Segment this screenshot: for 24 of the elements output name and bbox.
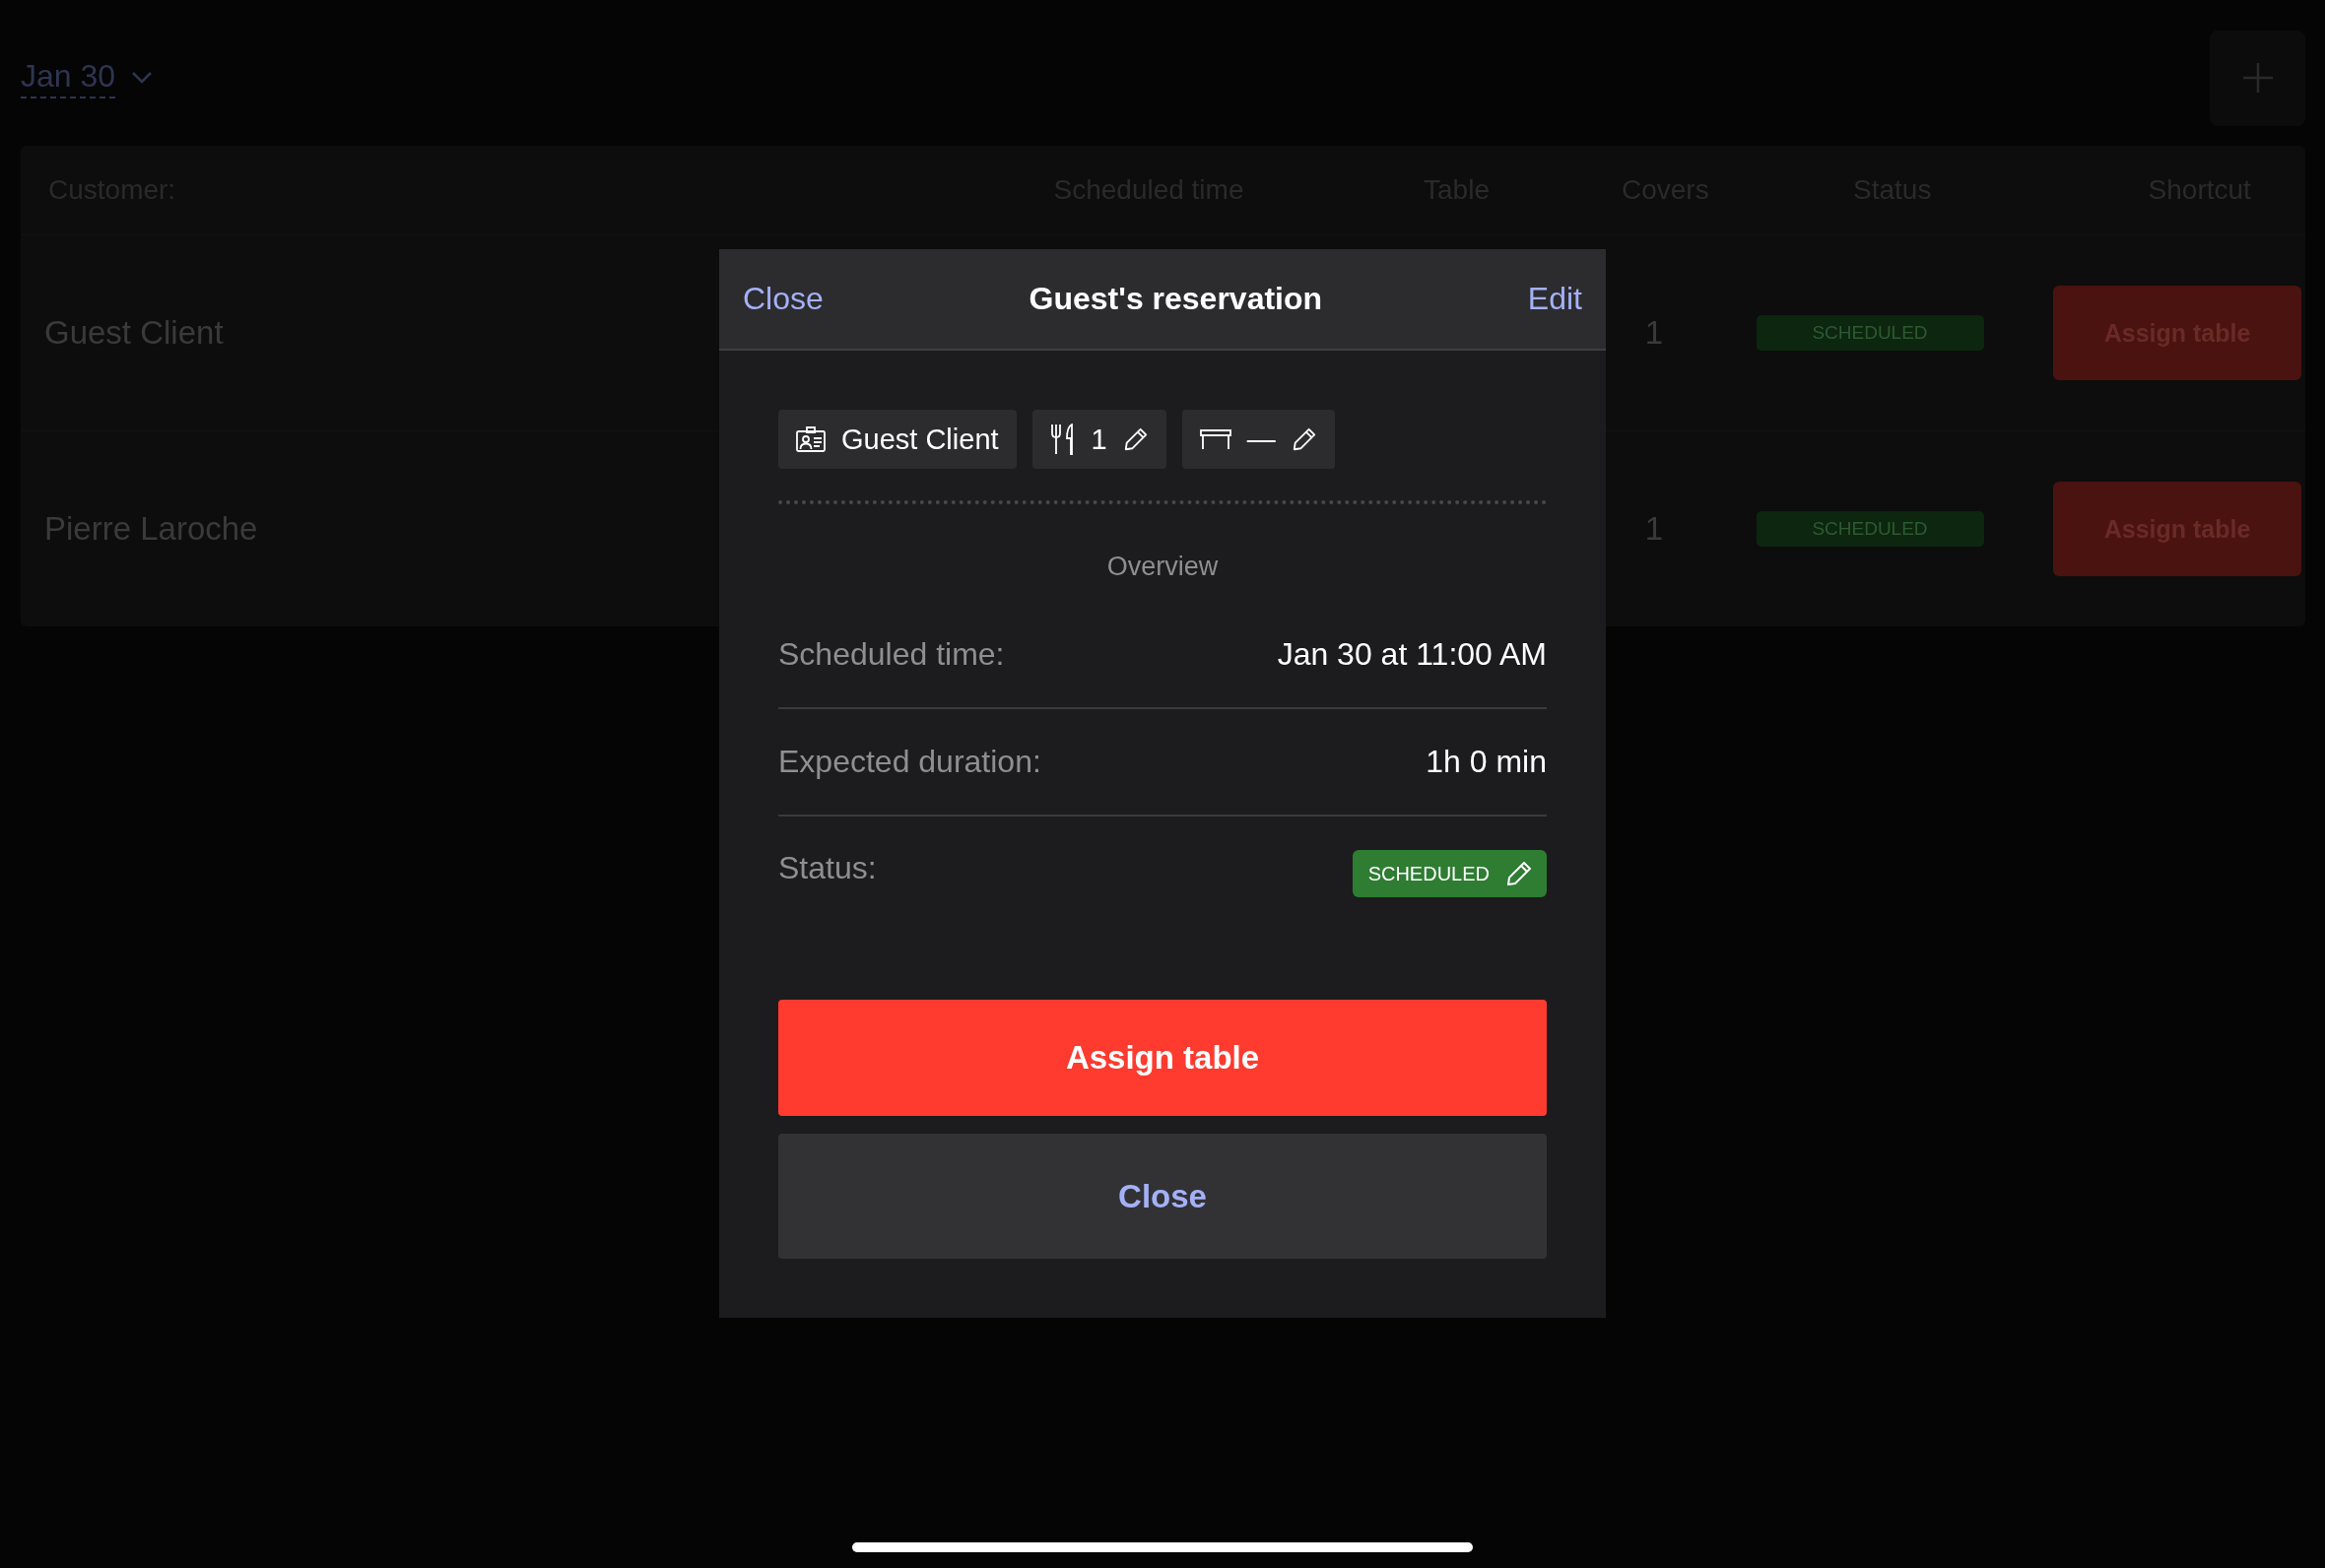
covers-chip[interactable]: 1 (1031, 410, 1166, 469)
pencil-icon (1505, 860, 1533, 887)
table-icon (1199, 428, 1231, 450)
id-card-icon (796, 426, 826, 452)
table-chip[interactable]: — (1181, 410, 1335, 469)
assign-table-button[interactable]: Assign table (778, 1000, 1547, 1116)
detail-value: Jan 30 at 11:00 AM (1277, 636, 1547, 673)
detail-label: Scheduled time: (778, 636, 1005, 673)
status-button[interactable]: SCHEDULED (1352, 850, 1547, 897)
add-button[interactable] (2210, 30, 2305, 126)
close-button[interactable]: Close (778, 1134, 1547, 1259)
detail-value: 1h 0 min (1426, 744, 1547, 780)
plus-icon (2240, 61, 2275, 95)
edit-link[interactable]: Edit (1527, 281, 1582, 317)
dialog-title: Guest's reservation (1029, 281, 1323, 317)
pencil-icon (1291, 426, 1317, 452)
fork-knife-icon (1049, 424, 1076, 455)
chevron-down-icon (131, 71, 154, 85)
detail-label: Status: (778, 850, 877, 886)
pencil-icon (1122, 426, 1149, 452)
section-title: Overview (1105, 552, 1220, 582)
close-link[interactable]: Close (743, 281, 824, 317)
guest-chip[interactable]: Guest Client (778, 410, 1017, 469)
detail-label: Expected duration: (778, 744, 1041, 780)
